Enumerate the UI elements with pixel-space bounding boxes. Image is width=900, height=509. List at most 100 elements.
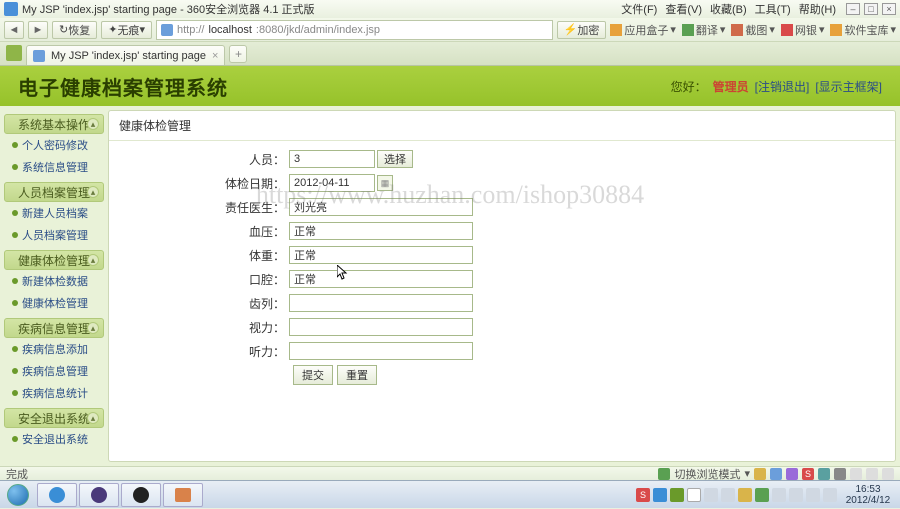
- tray-misc1-icon[interactable]: [772, 488, 786, 502]
- status-download-icon[interactable]: [770, 468, 782, 480]
- windows-orb-icon: [7, 484, 29, 506]
- status-popup-icon[interactable]: [786, 468, 798, 480]
- sidebar-item-exammgmt[interactable]: 健康体检管理: [4, 292, 104, 314]
- status-zoom-icon[interactable]: [818, 468, 830, 480]
- tool-translate[interactable]: 翻译▾: [682, 22, 726, 38]
- sidebar-item-diseasemgmt[interactable]: 疾病信息管理: [4, 360, 104, 382]
- bullet-icon: [12, 210, 18, 216]
- sidebar-item-sysinfo[interactable]: 系统信息管理: [4, 156, 104, 178]
- minimize-button[interactable]: –: [846, 3, 860, 15]
- sidebar-group-exit[interactable]: 安全退出系统▴: [4, 408, 104, 428]
- app-header: 电子健康档案管理系统 您好： 管理员 [注销退出] [显示主框架]: [0, 66, 900, 106]
- hearing-input[interactable]: [289, 342, 473, 360]
- menu-help[interactable]: 帮助(H): [799, 1, 836, 17]
- task-eclipse[interactable]: [79, 483, 119, 507]
- tool-software[interactable]: 软件宝库▾: [830, 22, 896, 38]
- tray-misc2-icon[interactable]: [789, 488, 803, 502]
- close-button[interactable]: ×: [882, 3, 896, 15]
- calendar-icon[interactable]: ▦: [377, 175, 393, 191]
- folder-icon: [175, 488, 191, 502]
- menu-file[interactable]: 文件(F): [621, 1, 657, 17]
- url-rest: :8080/jkd/admin/index.jsp: [256, 24, 380, 36]
- username: 管理员: [713, 78, 749, 95]
- taskbar-clock[interactable]: 16:53 2012/4/12: [840, 484, 896, 506]
- home-icon[interactable]: [6, 45, 22, 61]
- maximize-button[interactable]: □: [864, 3, 878, 15]
- collapse-icon[interactable]: ▴: [87, 118, 99, 130]
- sidebar-item-personmgmt[interactable]: 人员档案管理: [4, 224, 104, 246]
- tray-sogou-icon[interactable]: S: [636, 488, 650, 502]
- reset-button[interactable]: 重置: [337, 365, 377, 385]
- new-tab-button[interactable]: +: [229, 45, 247, 63]
- oral-input[interactable]: [289, 270, 473, 288]
- bullet-icon: [12, 346, 18, 352]
- sidebar-item-diseaseadd[interactable]: 疾病信息添加: [4, 338, 104, 360]
- collapse-icon[interactable]: ▴: [87, 186, 99, 198]
- tray-net2-icon[interactable]: [721, 488, 735, 502]
- sidebar-item-diseasestat[interactable]: 疾病信息统计: [4, 382, 104, 404]
- menu-tools[interactable]: 工具(T): [755, 1, 791, 17]
- status-sound-icon[interactable]: [834, 468, 846, 480]
- tool-screenshot[interactable]: 截图▾: [731, 22, 775, 38]
- tray-sound-icon[interactable]: [806, 488, 820, 502]
- collapse-icon[interactable]: ▴: [87, 412, 99, 424]
- sidebar-item-password[interactable]: 个人密码修改: [4, 134, 104, 156]
- tool-appbox[interactable]: 应用盒子▾: [610, 22, 676, 38]
- task-qq[interactable]: [121, 483, 161, 507]
- sidebar-item-exit[interactable]: 安全退出系统: [4, 428, 104, 450]
- address-bar[interactable]: http://localhost:8080/jkd/admin/index.js…: [156, 20, 553, 40]
- tray-shield-icon[interactable]: [738, 488, 752, 502]
- collapse-icon[interactable]: ▴: [87, 254, 99, 266]
- doctor-input[interactable]: [289, 198, 473, 216]
- tab-label: My JSP 'index.jsp' starting page: [51, 50, 206, 62]
- sidebar-group-disease[interactable]: 疾病信息管理▴: [4, 318, 104, 338]
- tray-net-icon[interactable]: [704, 488, 718, 502]
- bp-input[interactable]: [289, 222, 473, 240]
- sidebar-group-system[interactable]: 系统基本操作▴: [4, 114, 104, 134]
- task-ie[interactable]: [37, 483, 77, 507]
- gender-input[interactable]: [289, 294, 473, 312]
- task-folder[interactable]: [163, 483, 203, 507]
- date-input[interactable]: [289, 174, 375, 192]
- start-button[interactable]: [0, 481, 36, 509]
- back-button[interactable]: ◄: [4, 21, 24, 39]
- tray-ime2-icon[interactable]: [670, 488, 684, 502]
- tray-flag-icon[interactable]: [687, 488, 701, 502]
- status-misc3-icon[interactable]: [882, 468, 894, 480]
- status-s-icon[interactable]: S: [802, 468, 814, 480]
- page-content: 电子健康档案管理系统 您好： 管理员 [注销退出] [显示主框架] 系统基本操作…: [0, 66, 900, 466]
- sidebar-group-health[interactable]: 健康体检管理▴: [4, 250, 104, 270]
- qq-icon: [133, 487, 149, 503]
- tray-ime-icon[interactable]: [653, 488, 667, 502]
- chevron-down-icon[interactable]: ▾: [744, 467, 750, 480]
- browser-tab[interactable]: My JSP 'index.jsp' starting page ×: [26, 45, 225, 65]
- vision-input[interactable]: [289, 318, 473, 336]
- sidebar-group-person[interactable]: 人员档案管理▴: [4, 182, 104, 202]
- sidebar-item-newperson[interactable]: 新建人员档案: [4, 202, 104, 224]
- encrypt-button[interactable]: ⚡加密: [557, 21, 607, 39]
- tray-360-icon[interactable]: [755, 488, 769, 502]
- form-area: 人员： 选择 体检日期： ▦ 责任医生： 血压：: [109, 141, 895, 393]
- tab-close-icon[interactable]: ×: [212, 50, 218, 62]
- tool-bank[interactable]: 网银▾: [781, 22, 825, 38]
- status-misc2-icon[interactable]: [866, 468, 878, 480]
- status-icon[interactable]: [658, 468, 670, 480]
- gender-label: 齿列：: [129, 295, 289, 312]
- submit-button[interactable]: 提交: [293, 365, 333, 385]
- incognito-button[interactable]: ✦ 无痕 ▾: [101, 21, 152, 39]
- restore-button[interactable]: ↻ 恢复: [52, 21, 97, 39]
- browser-title-bar: My JSP 'index.jsp' starting page - 360安全…: [0, 0, 900, 18]
- forward-button[interactable]: ►: [28, 21, 48, 39]
- show-frame-link[interactable]: [显示主框架]: [815, 78, 882, 95]
- person-select-button[interactable]: 选择: [377, 150, 413, 168]
- weight-input[interactable]: [289, 246, 473, 264]
- collapse-icon[interactable]: ▴: [87, 322, 99, 334]
- logout-link[interactable]: [注销退出]: [755, 78, 810, 95]
- menu-view[interactable]: 查看(V): [665, 1, 702, 17]
- status-misc1-icon[interactable]: [850, 468, 862, 480]
- tray-misc3-icon[interactable]: [823, 488, 837, 502]
- status-bookmark-icon[interactable]: [754, 468, 766, 480]
- sidebar-item-newexam[interactable]: 新建体检数据: [4, 270, 104, 292]
- menu-favorites[interactable]: 收藏(B): [710, 1, 747, 17]
- person-input[interactable]: [289, 150, 375, 168]
